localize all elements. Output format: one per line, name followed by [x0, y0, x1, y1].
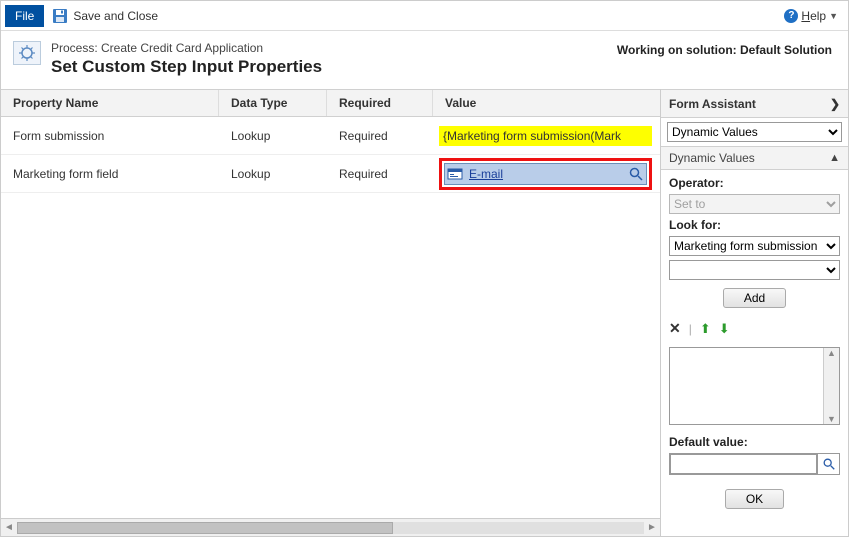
col-header-required[interactable]: Required — [327, 90, 433, 116]
highlighted-lookup-wrap: E-mail — [439, 158, 652, 190]
cell-value[interactable]: E-mail — [433, 155, 660, 192]
cell-property: Marketing form field — [1, 155, 219, 192]
dynamic-value-token[interactable]: {Marketing form submission(Mark — [439, 126, 652, 146]
cell-datatype: Lookup — [219, 155, 327, 192]
cell-required: Required — [327, 117, 433, 154]
col-header-value[interactable]: Value — [433, 90, 660, 116]
default-lookup-search-icon[interactable] — [817, 454, 839, 474]
lookfor-field-select[interactable] — [669, 260, 840, 280]
cell-value[interactable]: {Marketing form submission(Mark — [433, 117, 660, 154]
assistant-title: Form Assistant — [669, 97, 756, 111]
col-header-property[interactable]: Property Name — [1, 90, 219, 116]
col-header-datatype[interactable]: Data Type — [219, 90, 327, 116]
list-action-bar: ✕ | ⬆ ⬇ — [669, 320, 840, 337]
horizontal-scrollbar[interactable]: ◄ ► — [1, 518, 660, 536]
add-button[interactable]: Add — [723, 288, 786, 308]
cell-datatype: Lookup — [219, 117, 327, 154]
section-title: Dynamic Values — [669, 151, 755, 165]
scroll-track[interactable] — [17, 522, 644, 534]
scroll-thumb[interactable] — [17, 522, 393, 534]
values-listbox[interactable]: ▲▼ — [669, 347, 840, 425]
lookfor-entity-select[interactable]: Marketing form submission — [669, 236, 840, 256]
disk-icon — [52, 8, 68, 24]
grid-header-row: Property Name Data Type Required Value — [1, 89, 660, 117]
page-title: Set Custom Step Input Properties — [51, 57, 322, 77]
page-header: Process: Create Credit Card Application … — [1, 31, 848, 89]
file-menu-button[interactable]: File — [5, 5, 44, 27]
scroll-left-icon[interactable]: ◄ — [1, 522, 17, 533]
chevron-right-icon[interactable]: ❯ — [830, 97, 840, 111]
caret-down-icon: ▼ — [829, 11, 838, 21]
grid-row[interactable]: Form submission Lookup Required {Marketi… — [1, 117, 660, 155]
remove-icon[interactable]: ✕ — [669, 320, 681, 337]
cell-property: Form submission — [1, 117, 219, 154]
help-icon: ? — [784, 9, 798, 23]
operator-select: Set to — [669, 194, 840, 214]
move-up-icon[interactable]: ⬆ — [700, 321, 711, 337]
lookup-input[interactable]: E-mail — [444, 163, 647, 185]
properties-grid: Property Name Data Type Required Value F… — [1, 89, 661, 536]
save-and-close-button[interactable]: Save and Close — [52, 8, 158, 24]
cell-required: Required — [327, 155, 433, 192]
operator-label: Operator: — [669, 176, 840, 190]
assistant-header[interactable]: Form Assistant ❯ — [661, 90, 848, 118]
move-down-icon[interactable]: ⬇ — [719, 321, 730, 337]
default-value-input[interactable] — [670, 454, 817, 474]
entity-icon — [447, 166, 463, 182]
assistant-mode-select[interactable]: Dynamic Values — [667, 122, 842, 142]
grid-row[interactable]: Marketing form field Lookup Required E-m… — [1, 155, 660, 193]
default-value-input-wrap — [669, 453, 840, 475]
lookup-link[interactable]: E-mail — [467, 167, 624, 181]
vertical-scrollbar[interactable]: ▲▼ — [823, 348, 839, 424]
ok-button[interactable]: OK — [725, 489, 784, 509]
assistant-section-header[interactable]: Dynamic Values ▲ — [661, 146, 848, 170]
process-breadcrumb: Process: Create Credit Card Application — [51, 41, 322, 55]
form-assistant-panel: Form Assistant ❯ Dynamic Values Dynamic … — [661, 89, 848, 536]
lookup-search-icon[interactable] — [628, 166, 644, 182]
save-close-label: Save and Close — [73, 9, 158, 23]
help-label: Help — [801, 9, 826, 23]
solution-label: Working on solution: Default Solution — [617, 41, 832, 57]
default-value-label: Default value: — [669, 435, 840, 449]
lookfor-label: Look for: — [669, 218, 840, 232]
help-menu[interactable]: ? Help ▼ — [784, 9, 844, 23]
separator: | — [689, 322, 692, 336]
chevron-up-icon[interactable]: ▲ — [829, 152, 840, 164]
toolbar: File Save and Close ? Help ▼ — [1, 1, 848, 31]
scroll-right-icon[interactable]: ► — [644, 522, 660, 533]
process-icon — [13, 41, 41, 65]
